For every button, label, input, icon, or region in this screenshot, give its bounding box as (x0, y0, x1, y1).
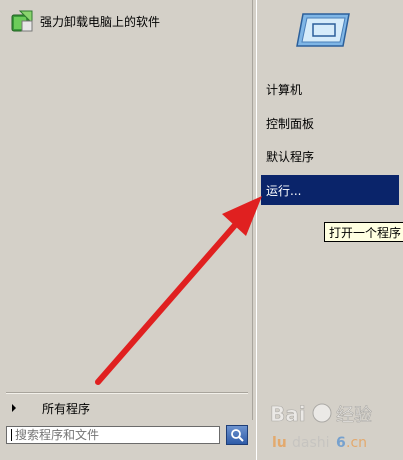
svg-text:.cn: .cn (346, 435, 367, 451)
user-picture[interactable] (293, 10, 353, 50)
left-pane-border (4, 0, 253, 420)
search-field[interactable] (6, 426, 220, 444)
search-row (6, 424, 252, 448)
search-input[interactable] (15, 428, 205, 442)
program-item-label: 强力卸载电脑上的软件 (40, 14, 161, 29)
baidu-watermark-logo: Bai 经验 lu dashi 6 .cn (270, 402, 373, 451)
user-picture-icon (296, 13, 350, 47)
svg-text:经验: 经验 (336, 405, 372, 426)
svg-text:Bai: Bai (270, 402, 306, 426)
text-caret (11, 429, 12, 441)
menu-item-run[interactable]: 运行... (261, 175, 399, 205)
all-programs-label: 所有程序 (42, 401, 91, 416)
menu-item-control-panel[interactable]: 控制面板 (261, 110, 399, 136)
left-pane: 强力卸载电脑上的软件 所有程序 (0, 0, 256, 460)
arrow-right-icon (12, 404, 16, 412)
search-button[interactable] (226, 425, 248, 445)
menu-item-label: 运行... (266, 183, 302, 198)
watermark: Bai 经验 lu dashi 6 .cn (262, 395, 402, 457)
svg-text:dashi: dashi (292, 435, 330, 451)
tooltip: 打开一个程序 (324, 222, 403, 242)
left-pane-divider (6, 392, 248, 394)
program-item-uninstaller[interactable]: 强力卸载电脑上的软件 (6, 6, 252, 36)
search-icon (231, 429, 244, 442)
menu-item-default-programs[interactable]: 默认程序 (261, 143, 399, 169)
menu-item-label: 默认程序 (266, 149, 315, 164)
menu-item-label: 计算机 (266, 82, 303, 97)
svg-text:6: 6 (336, 435, 346, 451)
menu-item-computer[interactable]: 计算机 (261, 76, 399, 102)
menu-item-label: 控制面板 (266, 116, 315, 131)
uninstaller-icon (10, 9, 34, 33)
svg-text:lu: lu (272, 435, 287, 451)
all-programs-button[interactable]: 所有程序 (6, 398, 252, 418)
